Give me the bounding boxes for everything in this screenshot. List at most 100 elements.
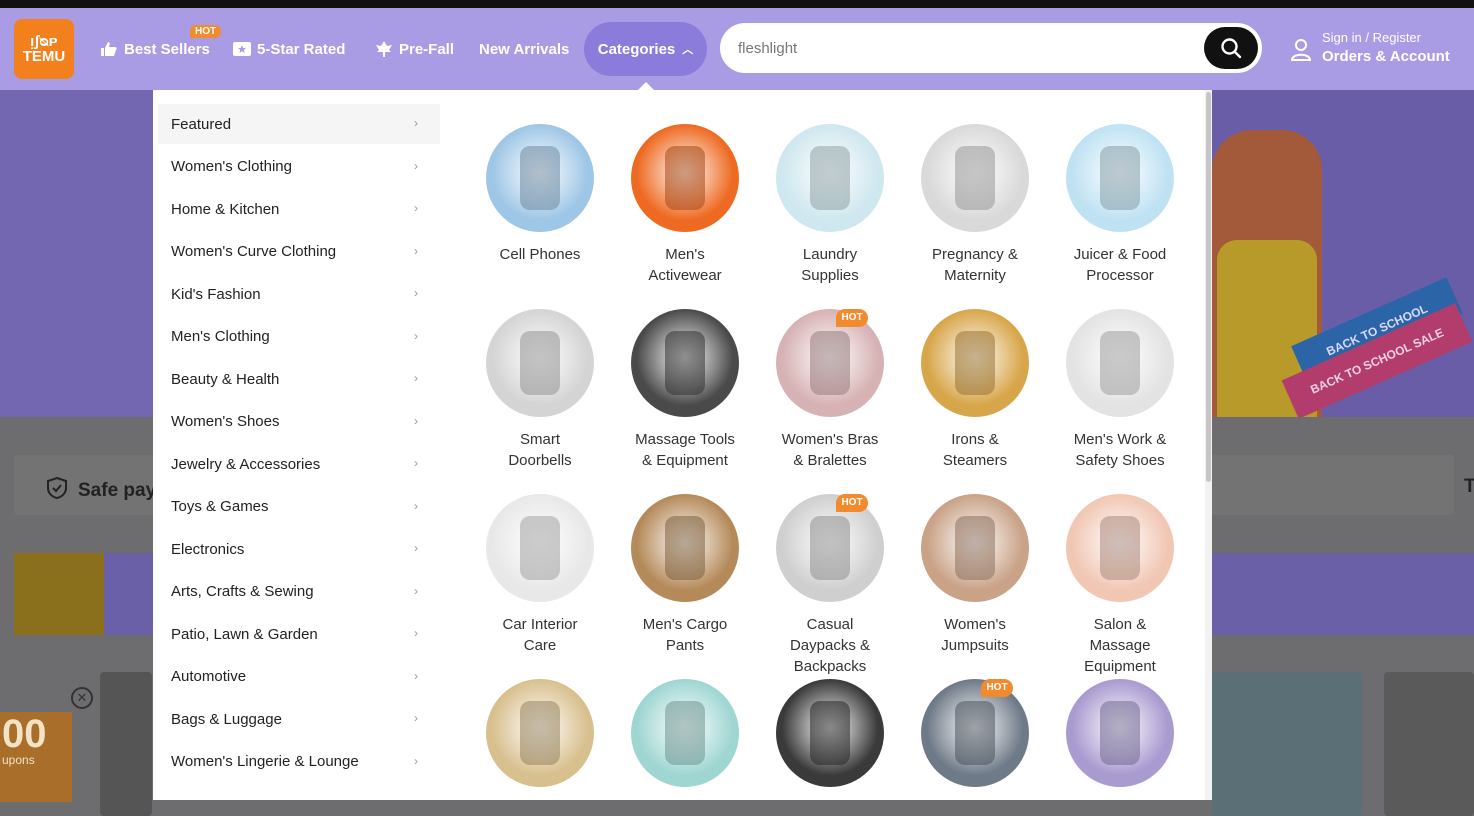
subcategory-tile[interactable]: Salon & Massage Equipment [1050,494,1190,677]
subcategory-tile[interactable]: Juicer & Food Processor [1050,124,1190,286]
search-button[interactable] [1204,27,1258,69]
temu-logo[interactable]: ᴉʃᴓᴘ TEMU [14,19,74,79]
subcategory-label-line: Massage [1089,637,1151,654]
nav-pre-fall[interactable]: Pre-Fall [375,8,454,90]
subcategory-label: Salon & Massage Equipment [1050,614,1190,677]
subcategory-label: Women's Bras & Bralettes [760,429,900,471]
category-item[interactable]: Bags & Luggage › [158,699,440,739]
scrollbar-thumb[interactable] [1206,92,1211,482]
product-shape [520,516,560,580]
category-item[interactable]: Arts, Crafts & Sewing › [158,572,440,612]
product-card[interactable] [1384,672,1474,816]
subcategory-tile[interactable]: Cell Phones [470,124,610,265]
subcategory-tile[interactable] [615,679,755,799]
category-item[interactable]: Women's Curve Clothing › [158,232,440,272]
product-card[interactable] [1212,672,1362,816]
nav-new-arrivals[interactable]: New Arrivals [479,8,569,90]
category-item[interactable]: Women's Clothing › [158,147,440,187]
search-icon [1221,38,1242,59]
category-label: Women's Curve Clothing [171,243,337,260]
category-item[interactable]: Women's Shoes › [158,402,440,442]
product-shape [955,701,995,765]
subcategory-tile[interactable]: Men's Cargo Pants [615,494,755,656]
chevron-right-icon: › [414,711,418,725]
chevron-right-icon: › [414,243,418,258]
subcategory-tile[interactable]: Men's Activewear [615,124,755,286]
product-shape [1100,516,1140,580]
category-item[interactable]: Beauty & Health › [158,359,440,399]
subcategory-image [921,124,1029,232]
subcategory-label-line: & Equipment [642,452,728,469]
product-shape [955,331,995,395]
product-shape [810,516,850,580]
category-item[interactable]: Patio, Lawn & Garden › [158,614,440,654]
category-item[interactable]: Jewelry & Accessories › [158,444,440,484]
subcategory-label-line: Maternity [944,267,1006,284]
category-item[interactable]: Men's Clothing › [158,317,440,357]
safe-payment-text: Safe pay [46,476,156,502]
category-item[interactable]: Women's Lingerie & Lounge › [158,742,440,782]
hot-badge: HOT [981,679,1013,697]
product-shape [810,331,850,395]
subcategory-label: Car Interior Care [470,614,610,656]
chevron-right-icon: › [414,668,418,683]
subcategory-image [631,679,739,787]
subcategory-tile[interactable]: Massage Tools & Equipment [615,309,755,471]
chevron-right-icon: › [414,116,418,130]
product-shape [520,701,560,765]
nav-five-star-label: 5-Star Rated [257,40,346,58]
chevron-right-icon: › [414,371,418,385]
subcategory-tile[interactable]: HOT [905,679,1045,799]
close-icon[interactable]: ✕ [71,687,93,709]
subcategory-image [776,124,884,232]
search-bar [720,23,1262,73]
subcategory-tile[interactable]: HOT Casual Daypacks & Backpacks [760,494,900,677]
category-item[interactable]: Kid's Fashion › [158,274,440,314]
subcategory-image [1066,494,1174,602]
chevron-right-icon: › [414,201,418,215]
subcategory-image [631,309,739,417]
subcategory-tile[interactable]: Women's Jumpsuits [905,494,1045,656]
product-shape [810,146,850,210]
nav-best-sellers[interactable]: Best Sellers [100,8,210,90]
subcategory-tile[interactable] [470,679,610,799]
dropdown-caret [638,82,654,90]
subcategory-label-line: Steamers [942,452,1008,469]
search-input[interactable] [738,35,1198,61]
subcategory-image [776,494,884,602]
subcategory-tile[interactable]: Pregnancy & Maternity [905,124,1045,286]
category-item[interactable]: Toys & Games › [158,487,440,527]
category-item[interactable]: Featured › [158,104,440,144]
coupon-value: 00 [2,712,47,756]
subcategory-tile[interactable] [1050,679,1190,799]
chevron-right-icon: › [414,753,418,768]
subcategory-image [921,309,1029,417]
product-card[interactable] [100,672,152,816]
subcategory-tile[interactable]: Men's Work & Safety Shoes [1050,309,1190,471]
subcategory-tile[interactable]: Car Interior Care [470,494,610,656]
subcategory-label-line: Pants [665,637,705,654]
subcategory-tile[interactable]: Smart Doorbells [470,309,610,471]
nav-five-star[interactable]: 5-Star Rated [233,8,345,90]
category-label: Jewelry & Accessories [171,455,321,473]
category-label: Home & Kitchen [171,200,280,218]
subcategory-label-line: & Bralettes [793,452,867,469]
subcategory-tile[interactable]: HOT Women's Bras & Bralettes [760,309,900,471]
subcategory-label-line: Women's Bras [781,431,879,448]
thumbs-up-icon [101,42,117,56]
promo-strip-art [14,553,104,635]
subcategory-tile[interactable]: Laundry Supplies [760,124,900,286]
subcategory-label-line: Doorbells [508,452,572,469]
coupon-tile[interactable]: 00 upons [0,712,72,802]
category-item[interactable]: Home & Kitchen › [158,189,440,229]
subcategory-label: Pregnancy & Maternity [905,244,1045,286]
subcategory-label-line: Equipment [1084,658,1156,675]
subcategory-tile[interactable] [760,679,900,799]
nav-best-sellers-label: Best Sellers [124,40,210,58]
subcategory-tile[interactable]: Irons & Steamers [905,309,1045,471]
subcategory-label-line: Massage Tools [635,431,735,448]
subcategory-label: Massage Tools & Equipment [615,429,755,471]
category-item[interactable]: Automotive › [158,657,440,697]
nav-categories[interactable]: Categories ︿ [584,22,707,76]
category-item[interactable]: Electronics › [158,529,440,569]
